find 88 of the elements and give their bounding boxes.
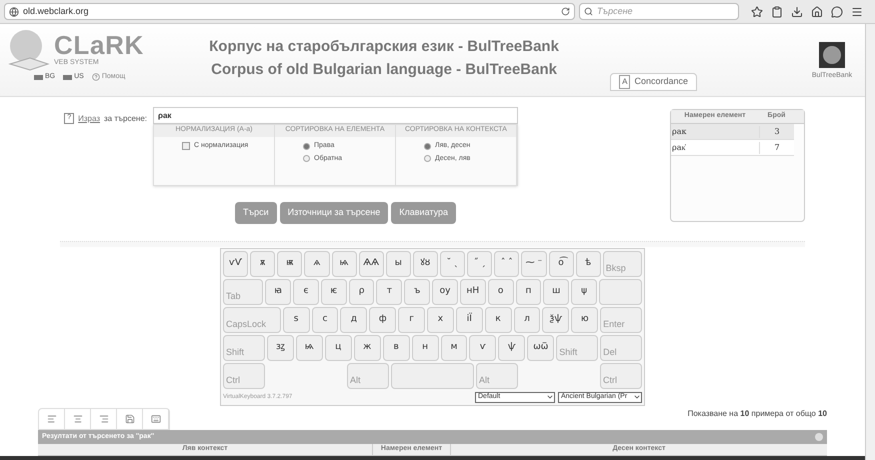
keyboard-key[interactable]: оу <box>432 279 458 306</box>
align-center-icon <box>72 414 82 424</box>
keyboard-key[interactable]: ѯѱ <box>542 307 570 334</box>
keyboard-key[interactable]: ѕ <box>282 307 310 334</box>
keyboard-key[interactable]: т <box>376 279 402 306</box>
keyboard-key[interactable]: ѱ <box>498 335 526 362</box>
keyboard-key[interactable]: нН <box>460 279 486 306</box>
align-right-icon <box>98 414 108 424</box>
keyboard-key[interactable]: ф <box>369 307 396 334</box>
globe-book-icon <box>8 28 50 72</box>
keyboard-key[interactable]: ⁓ ⁻ <box>521 251 546 278</box>
keyboard-key[interactable]: г <box>398 307 425 334</box>
keyboard-key[interactable]: ꙗ <box>265 279 292 306</box>
keyboard-key[interactable]: ѣ <box>576 251 601 278</box>
align-left-icon <box>46 414 56 424</box>
clipboard-icon[interactable] <box>771 6 783 18</box>
keyboard-key[interactable]: ѫ <box>250 251 276 278</box>
results-summary: Показване на 10 примера от общо 10 <box>688 408 827 420</box>
search-placeholder: Търсене <box>597 4 633 18</box>
keyboard-key[interactable]: ѩ <box>332 251 357 278</box>
keyboard-key[interactable]: іЇ <box>456 307 483 334</box>
checkbox[interactable] <box>182 142 190 150</box>
keyboard-key[interactable]: ѦѦ <box>358 251 384 278</box>
address-bar[interactable]: old.webclark.org <box>4 3 575 20</box>
keyboard-key[interactable]: ы <box>386 251 411 278</box>
keyboard-key[interactable]: ц <box>324 335 352 362</box>
keyboard-key[interactable]: ꙋȣ <box>412 251 438 278</box>
keyboard-key[interactable]: ѧ <box>304 251 330 278</box>
keyboard-key[interactable]: зꙁ <box>266 335 294 362</box>
keyboard-key[interactable]: ж <box>354 335 381 362</box>
table-cell: 3 <box>759 126 794 138</box>
keyboard-icon <box>150 414 160 424</box>
menu-icon[interactable] <box>851 6 863 18</box>
keyboard-key[interactable]: ѵѴ <box>223 251 248 278</box>
radio-button[interactable] <box>424 142 431 150</box>
expression-link[interactable]: Израз <box>78 113 100 126</box>
keyboard-key[interactable]: ѡѿ <box>527 335 554 362</box>
search-label: за търсене: <box>104 113 147 126</box>
keyboard-key[interactable]: ψ <box>571 279 597 306</box>
keyboard-key[interactable]: ш <box>543 279 570 306</box>
star-icon[interactable] <box>751 6 763 18</box>
letter-icon: A <box>619 75 630 90</box>
table-cell-text: ρак <box>671 126 688 138</box>
concordance-tab[interactable]: A Concordance <box>610 73 697 92</box>
keyboard-key[interactable]: ѥ <box>320 279 347 306</box>
page-subtitle: Corpus of old Bulgarian language - BulTreeBank <box>211 60 557 80</box>
radio-button[interactable] <box>424 155 431 162</box>
radio-button[interactable] <box>303 155 310 162</box>
search-input[interactable]: ρак <box>153 107 518 124</box>
reload-icon[interactable] <box>561 7 570 16</box>
url-text: old.webclark.org <box>23 4 90 18</box>
keyboard-key[interactable]: є <box>293 279 319 306</box>
partner-logo <box>819 42 845 68</box>
keyboard-key[interactable]: о͡ <box>548 251 574 278</box>
keyboard-key[interactable]: д <box>340 307 368 334</box>
search-icon <box>584 7 593 16</box>
table-cell: 7 <box>759 142 794 154</box>
keyboard-key[interactable]: ρ <box>348 279 374 306</box>
result-row[interactable]: ρак҆ 7 <box>671 140 794 156</box>
radio-button[interactable] <box>303 142 310 150</box>
keyboard-key[interactable]: х <box>427 307 454 334</box>
keyboard-key[interactable]: ˘ ˎ <box>440 251 466 278</box>
keyboard-key[interactable]: к <box>484 307 512 334</box>
home-icon[interactable] <box>811 6 823 18</box>
chat-icon[interactable] <box>831 6 843 18</box>
help-icon <box>92 73 100 82</box>
keyboard-key[interactable]: п <box>516 279 542 306</box>
keyboard-key[interactable]: в <box>382 335 410 362</box>
logo-text: CLaRK <box>54 32 144 58</box>
scrollbar[interactable] <box>865 24 875 460</box>
keyboard-key[interactable]: н <box>412 335 439 362</box>
keyboard-key[interactable]: ѩ <box>296 335 323 362</box>
result-row[interactable]: ρак 3 <box>671 124 794 140</box>
table-cell-text: ρак҆ <box>671 142 687 154</box>
globe-icon <box>9 6 19 16</box>
page-title: Корпус на старобългарския език - BulTreeBank <box>209 37 559 57</box>
keyboard-key[interactable]: л <box>514 307 540 334</box>
keyboard-key[interactable]: ъ <box>404 279 430 306</box>
keyboard-key[interactable]: ѵ <box>469 335 496 362</box>
download-icon[interactable] <box>791 6 803 18</box>
keyboard-key[interactable]: ѭ <box>277 251 302 278</box>
keyboard-key[interactable]: ˝ ˏ <box>467 251 492 278</box>
keyboard-key[interactable]: ˆ ˆ <box>494 251 520 278</box>
keyboard-key[interactable]: с <box>312 307 338 334</box>
keyboard-key[interactable]: ю <box>571 307 598 334</box>
keyboard-key[interactable]: м <box>440 335 468 362</box>
save-icon <box>124 414 134 424</box>
keyboard-key[interactable]: о <box>488 279 514 306</box>
